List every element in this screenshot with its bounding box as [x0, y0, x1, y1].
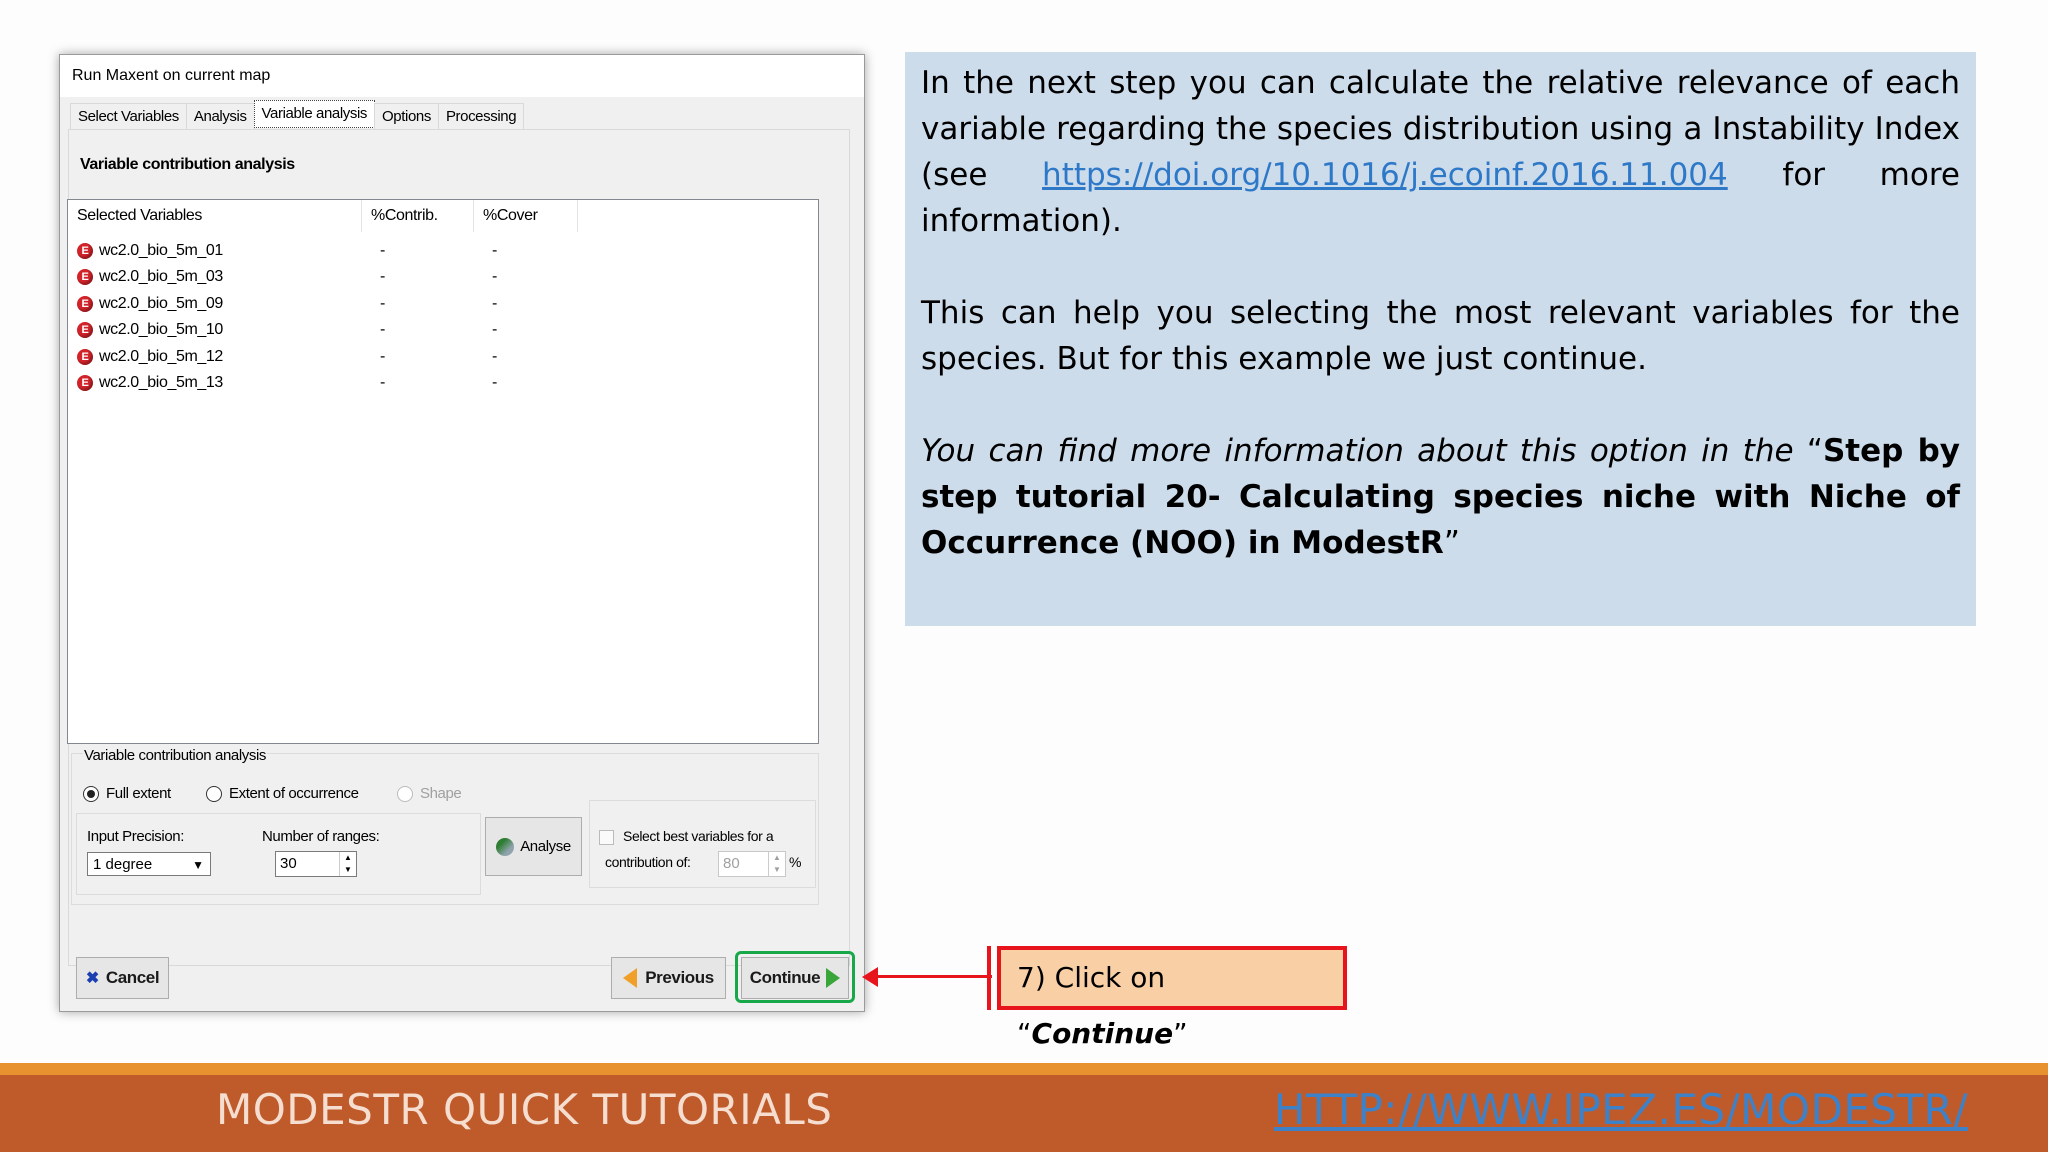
variable-name: wc2.0_bio_5m_12 [99, 348, 223, 365]
tab-variable-analysis[interactable]: Variable analysis [253, 100, 376, 128]
cover-value: - [492, 295, 498, 312]
contrib-value: - [380, 295, 386, 312]
table-row[interactable]: Ewc2.0_bio_5m_01 - - [68, 238, 668, 264]
cover-value: - [492, 268, 498, 285]
cancel-label: Cancel [105, 968, 160, 987]
select-best-checkbox[interactable] [599, 830, 614, 845]
info-panel: In the next step you can calculate the r… [905, 52, 1976, 626]
variable-name: wc2.0_bio_5m_10 [99, 321, 223, 338]
analyse-icon [496, 837, 515, 856]
stepper-arrows-icon[interactable]: ▲ ▼ [768, 852, 785, 876]
callout-box: 7) Click on “Continue” [997, 946, 1347, 1050]
radio-full-extent[interactable]: Full extent [83, 785, 171, 802]
info-paragraph-2: This can help you selecting the most rel… [921, 295, 1960, 377]
contrib-value: - [380, 348, 386, 365]
variable-icon: E [77, 269, 93, 285]
variable-icon: E [77, 349, 93, 365]
select-best-label-line2: contribution of: [605, 854, 691, 870]
ranges-stepper[interactable]: 30 ▲ ▼ [275, 851, 357, 877]
cover-value: - [492, 321, 498, 338]
info-text: In the next step you can calculate the r… [921, 60, 1960, 612]
tab-analysis[interactable]: Analysis [185, 103, 255, 130]
group-label: Variable contribution analysis [83, 747, 267, 764]
open-quote: “ [1806, 433, 1823, 469]
table-row[interactable]: Ewc2.0_bio_5m_09 - - [68, 291, 668, 317]
select-best-label-line1: Select best variables for a [623, 828, 774, 844]
dialog-title: Run Maxent on current map [60, 55, 864, 97]
radio-shape[interactable]: Shape [397, 785, 462, 802]
arrow-left-icon [623, 968, 638, 988]
contrib-value: - [380, 374, 386, 391]
table-row[interactable]: Ewc2.0_bio_5m_10 - - [68, 317, 668, 343]
radio-label: Shape [420, 785, 462, 802]
callout-suffix: ” [1173, 1017, 1188, 1050]
cover-value: - [492, 374, 498, 391]
variable-name: wc2.0_bio_5m_01 [99, 242, 223, 259]
input-precision-select[interactable]: 1 degree ▼ [87, 852, 211, 876]
table-row[interactable]: Ewc2.0_bio_5m_13 - - [68, 370, 668, 396]
variable-icon: E [77, 243, 93, 259]
footer-stripe [0, 1063, 2048, 1075]
chevron-down-icon: ▼ [192, 858, 204, 872]
callout-bracket [987, 946, 991, 1010]
variable-icon: E [77, 375, 93, 391]
footer: MODESTR QUICK TUTORIALS HTTP://WWW.IPEZ.… [0, 1075, 2048, 1152]
info-p3-italic: You can find more information about this… [921, 433, 1807, 469]
ranges-value: 30 [280, 855, 297, 872]
section-title: Variable contribution analysis [80, 156, 295, 173]
tab-options[interactable]: Options [374, 103, 439, 130]
tab-select-variables[interactable]: Select Variables [70, 103, 187, 130]
tab-processing[interactable]: Processing [437, 103, 525, 130]
column-header-contrib[interactable]: %Contrib. [362, 200, 474, 232]
callout-emphasis: Continue [1031, 1017, 1174, 1050]
previous-button[interactable]: Previous [611, 957, 726, 999]
variable-name: wc2.0_bio_5m_09 [99, 295, 223, 312]
continue-highlight [735, 951, 855, 1003]
table-row[interactable]: Ewc2.0_bio_5m_03 - - [68, 264, 668, 290]
close-icon: ✖ [85, 970, 99, 987]
previous-label: Previous [645, 968, 714, 987]
radio-button[interactable] [206, 785, 222, 802]
callout-arrow [876, 975, 992, 978]
footer-link[interactable]: HTTP://WWW.IPEZ.ES/MODESTR/ [1274, 1085, 1968, 1134]
cover-value: - [492, 348, 498, 365]
table-row[interactable]: Ewc2.0_bio_5m_12 - - [68, 344, 668, 370]
select-value: 1 degree [93, 856, 153, 873]
close-quote: ” [1443, 525, 1460, 561]
contrib-value: - [380, 268, 386, 285]
variables-list[interactable]: Selected Variables %Contrib. %Cover Ewc2… [67, 199, 819, 744]
analyse-label: Analyse [520, 838, 571, 855]
stepper-arrows-icon[interactable]: ▲ ▼ [339, 852, 356, 876]
tab-bar: Select Variables Analysis Variable analy… [70, 100, 525, 130]
contribution-value: 80 [723, 855, 740, 872]
variable-icon: E [77, 296, 93, 312]
column-header-selected-variables[interactable]: Selected Variables [68, 200, 362, 232]
contrib-value: - [380, 242, 386, 259]
variable-name: wc2.0_bio_5m_03 [99, 268, 223, 285]
column-header-cover[interactable]: %Cover [474, 200, 578, 232]
input-precision-label: Input Precision: [87, 828, 184, 845]
analyse-button[interactable]: Analyse [485, 817, 582, 876]
radio-button[interactable] [83, 785, 99, 802]
contribution-stepper[interactable]: 80 ▲ ▼ [718, 851, 786, 877]
variable-name: wc2.0_bio_5m_13 [99, 374, 223, 391]
info-paragraph-1: In the next step you can calculate the r… [921, 60, 1960, 244]
radio-button[interactable] [397, 785, 413, 802]
footer-title: MODESTR QUICK TUTORIALS [216, 1085, 833, 1134]
ranges-label: Number of ranges: [262, 828, 380, 845]
doi-link[interactable]: https://doi.org/10.1016/j.ecoinf.2016.11… [1042, 157, 1728, 193]
list-header: Selected Variables %Contrib. %Cover [68, 200, 818, 232]
info-paragraph-3: You can find more information about this… [921, 428, 1960, 566]
radio-label: Full extent [106, 785, 171, 802]
cover-value: - [492, 242, 498, 259]
radio-label: Extent of occurrence [229, 785, 359, 802]
percent-label: % [789, 854, 802, 870]
variable-icon: E [77, 322, 93, 338]
contrib-value: - [380, 321, 386, 338]
radio-extent-of-occurrence[interactable]: Extent of occurrence [206, 785, 359, 802]
cancel-button[interactable]: ✖ Cancel [76, 957, 169, 999]
